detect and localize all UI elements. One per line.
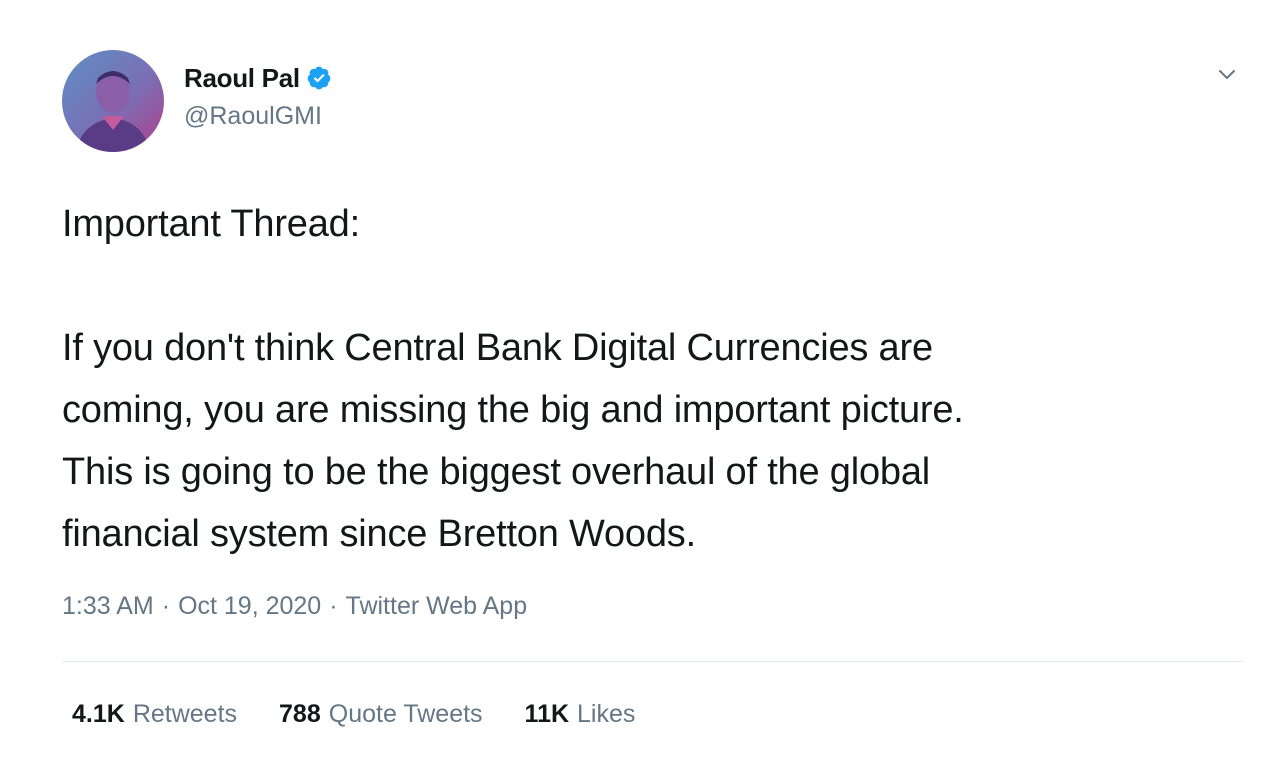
tweet-metadata: 1:33 AM · Oct 19, 2020 · Twitter Web App <box>62 592 527 621</box>
author-handle[interactable]: @RaoulGMI <box>184 102 322 131</box>
tweet-source[interactable]: Twitter Web App <box>346 592 528 621</box>
retweets-label: Retweets <box>132 700 238 728</box>
likes-count: 11K <box>524 700 570 728</box>
meta-separator: · <box>161 592 171 620</box>
verified-badge-icon <box>306 65 332 91</box>
quote-tweets-count: 788 <box>279 700 321 728</box>
likes-label: Likes <box>577 700 636 728</box>
divider <box>62 661 1244 662</box>
tweet-text: Important Thread: If you don't think Cen… <box>62 203 964 555</box>
author-name-row[interactable]: Raoul Pal <box>184 63 332 93</box>
likes-stat[interactable]: 11K Likes <box>525 700 636 729</box>
tweet-stats: 4.1K Retweets 788 Quote Tweets 11K Likes <box>72 700 677 729</box>
quote-tweets-label: Quote Tweets <box>328 700 483 728</box>
author-name[interactable]: Raoul Pal <box>184 63 300 94</box>
quote-tweets-stat[interactable]: 788 Quote Tweets <box>279 700 483 729</box>
tweet-time[interactable]: 1:33 AM <box>62 592 154 621</box>
avatar[interactable] <box>62 50 164 152</box>
chevron-down-icon[interactable] <box>1212 60 1242 90</box>
retweets-stat[interactable]: 4.1K Retweets <box>72 700 237 729</box>
tweet-date[interactable]: Oct 19, 2020 <box>178 592 321 621</box>
tweet-card: Raoul Pal @RaoulGMI Important Thread: If… <box>0 0 1280 757</box>
meta-separator: · <box>329 592 338 620</box>
retweets-count: 4.1K <box>72 700 125 728</box>
avatar-image <box>62 50 164 152</box>
